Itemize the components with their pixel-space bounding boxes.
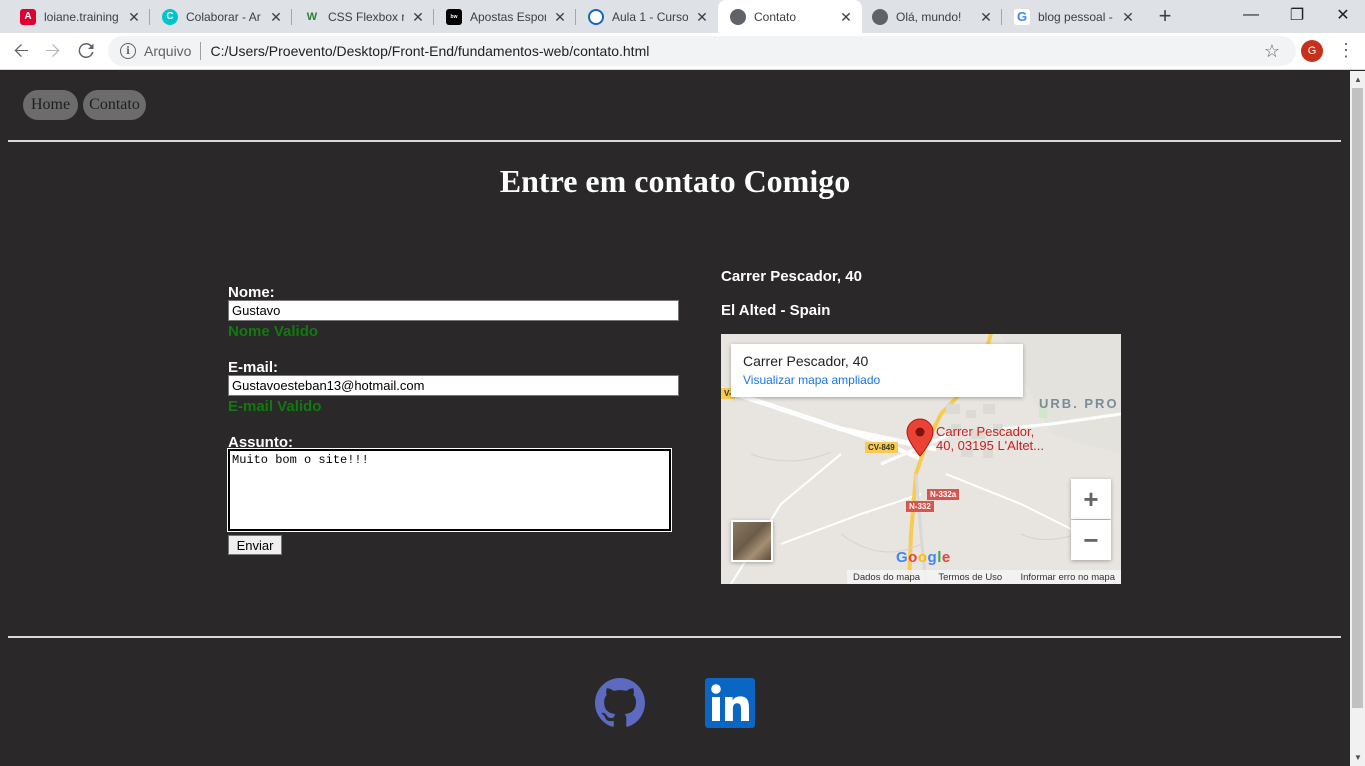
close-icon[interactable]: ✕ (268, 9, 284, 25)
tab-title: blog pessoal - (1038, 9, 1113, 24)
page-viewport: Home Contato Entre em contato Comigo Nom… (0, 71, 1350, 766)
address-line-2: El Alted - Spain (721, 302, 831, 319)
map-pin-label-line1: Carrer Pescador, (936, 424, 1035, 439)
email-valid-message: E-mail Valido (228, 398, 322, 415)
angular-icon: A (20, 8, 36, 25)
tab-title: Aula 1 - Curso (612, 9, 688, 24)
view-larger-map-link[interactable]: Visualizar mapa ampliado (743, 373, 1011, 387)
w3-icon: W (306, 10, 318, 23)
scrollbar-thumb[interactable] (1352, 88, 1363, 708)
globe-icon (730, 8, 746, 25)
name-input[interactable] (228, 300, 679, 321)
map-footer: Dados do mapa Termos de Uso Informar err… (847, 570, 1121, 584)
tab-ola-mundo[interactable]: Olá, mundo! ✕ (860, 0, 1002, 33)
tab-contato[interactable]: Contato ✕ (718, 0, 862, 33)
bookmark-star-icon[interactable]: ☆ (1264, 41, 1280, 62)
email-input[interactable] (228, 375, 679, 396)
minimize-button[interactable]: — (1228, 0, 1274, 30)
tab-title: Olá, mundo! (896, 9, 962, 24)
close-window-button[interactable]: ✕ (1320, 0, 1365, 30)
close-icon[interactable]: ✕ (410, 9, 426, 25)
page-title: Entre em contato Comigo (499, 163, 851, 199)
submit-button[interactable]: Enviar (228, 535, 282, 555)
google-map[interactable]: V- CV-849 N-332a N-332 Carrer Pescador, … (721, 334, 1121, 584)
tab-title: Colaborar - Ar (186, 9, 261, 24)
github-icon[interactable] (595, 678, 645, 733)
tab-css-flexbox[interactable]: W CSS Flexbox re ✕ (292, 0, 434, 33)
restore-button[interactable]: ❐ (1274, 0, 1320, 30)
back-button[interactable] (7, 37, 35, 65)
road-label-cv849: CV-849 (865, 442, 898, 453)
nav-contact-link[interactable]: Contato (83, 90, 146, 120)
profile-avatar[interactable]: G (1301, 40, 1323, 62)
betway-icon: bw (446, 8, 462, 25)
vertical-scrollbar[interactable]: ▲ ▼ (1350, 71, 1365, 766)
scroll-down-arrow-icon[interactable]: ▼ (1354, 753, 1362, 762)
map-terms-link[interactable]: Termos de Uso (938, 572, 1002, 583)
subject-textarea[interactable]: Muito bom o site!!! (227, 448, 672, 532)
reload-button[interactable] (72, 37, 100, 65)
close-icon[interactable]: ✕ (1120, 9, 1136, 25)
close-icon[interactable]: ✕ (694, 9, 710, 25)
scheme-label: Arquivo (144, 43, 192, 59)
linkedin-icon[interactable] (705, 678, 755, 733)
address-divider (200, 42, 202, 60)
tab-title: loiane.training (44, 9, 119, 24)
zoom-in-button[interactable]: + (1071, 479, 1111, 519)
clock-icon (588, 8, 604, 25)
name-valid-message: Nome Valido (228, 323, 319, 340)
map-region-label: URB. PRO (1039, 396, 1119, 411)
close-icon[interactable]: ✕ (978, 9, 994, 25)
tab-colaborar[interactable]: C Colaborar - Ar ✕ (150, 0, 292, 33)
map-pin-label: Carrer Pescador, 40, 03195 L'Altet... (936, 425, 1044, 453)
map-card-title: Carrer Pescador, 40 (743, 353, 869, 369)
map-report-link[interactable]: Informar erro no mapa (1020, 572, 1115, 583)
road-label-n332: N-332 (906, 501, 934, 512)
road-label-n332a: N-332a (927, 489, 960, 500)
google-logo: Google (896, 549, 951, 566)
forward-button[interactable] (39, 37, 67, 65)
satellite-toggle[interactable] (731, 520, 773, 562)
header-divider (8, 140, 1341, 142)
back-arrow-icon (14, 44, 28, 57)
address-bar[interactable]: i Arquivo C:/Users/Proevento/Desktop/Fro… (108, 36, 1296, 66)
tab-apostas[interactable]: bw Apostas Espor ✕ (434, 0, 576, 33)
map-info-card: Carrer Pescador, 40 Visualizar mapa ampl… (731, 344, 1023, 397)
tab-aula[interactable]: Aula 1 - Curso ✕ (576, 0, 718, 33)
forward-arrow-icon (46, 44, 60, 57)
tab-strip: A loiane.training ✕ C Colaborar - Ar ✕ W… (0, 0, 1365, 33)
scroll-up-arrow-icon[interactable]: ▲ (1354, 75, 1362, 84)
tab-title: Contato (754, 9, 797, 24)
close-icon[interactable]: ✕ (838, 9, 854, 25)
new-tab-button[interactable]: + (1152, 4, 1178, 30)
address-line-1: Carrer Pescador, 40 (721, 268, 862, 285)
map-data-link[interactable]: Dados do mapa (853, 572, 920, 583)
tab-loiane[interactable]: A loiane.training ✕ (8, 0, 150, 33)
url-text[interactable]: C:/Users/Proevento/Desktop/Front-End/fun… (210, 43, 649, 59)
map-pin-label-line2: 40, 03195 L'Altet... (936, 438, 1045, 453)
menu-icon[interactable]: ⋮ (1337, 40, 1355, 62)
reload-icon (78, 43, 94, 59)
tab-title: CSS Flexbox re (328, 9, 404, 24)
footer-divider (8, 636, 1341, 638)
zoom-out-button[interactable]: − (1071, 520, 1111, 560)
info-icon[interactable]: i (120, 43, 136, 59)
browser-toolbar: i Arquivo C:/Users/Proevento/Desktop/Fro… (0, 33, 1365, 70)
canva-icon: C (162, 8, 178, 25)
globe-icon (872, 8, 888, 25)
google-icon: G (1014, 8, 1030, 25)
tab-blog-pessoal[interactable]: G blog pessoal - ✕ (1002, 0, 1144, 33)
close-icon[interactable]: ✕ (126, 9, 142, 25)
tab-title: Apostas Espor (470, 9, 546, 24)
nav-home-link[interactable]: Home (23, 90, 78, 120)
close-icon[interactable]: ✕ (552, 9, 568, 25)
email-label: E-mail: (228, 359, 279, 376)
name-label: Nome: (228, 284, 275, 301)
